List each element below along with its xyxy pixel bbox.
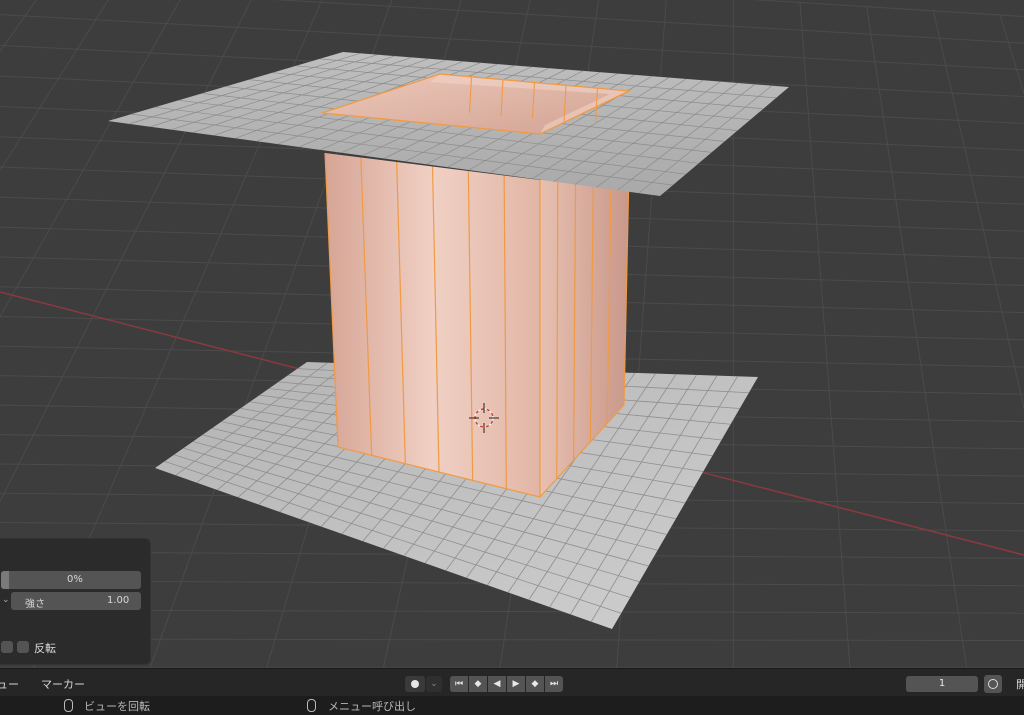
invert-label: 反転 (34, 642, 56, 655)
start-label: 開 (1016, 678, 1024, 691)
operator-panel: 0% 強さ 1.00 ⌄ 反転 (0, 538, 151, 665)
mouse-right-icon (307, 699, 316, 712)
record-button[interactable] (405, 676, 425, 692)
record-icon (411, 680, 419, 688)
option-checkbox[interactable] (1, 641, 13, 653)
play-button[interactable]: ▶ (507, 676, 525, 692)
column-mesh (324, 152, 630, 498)
status-bar: ビューを回転 メニュー呼び出し (0, 696, 1024, 715)
3d-viewport[interactable] (0, 0, 1024, 668)
viewport-canvas[interactable] (0, 0, 1024, 668)
percent-value: 0% (67, 574, 83, 585)
chevron-down-icon: ⌄ (2, 595, 10, 605)
stopwatch-face (988, 679, 998, 689)
play-reverse-button[interactable]: ◀ (488, 676, 506, 692)
slider-fill (1, 571, 9, 589)
jump-end-button[interactable]: ⏭ (545, 676, 563, 692)
current-frame-field[interactable]: 1 (906, 676, 978, 692)
percent-slider[interactable]: 0% (1, 571, 141, 589)
next-keyframe-button[interactable]: ◆ (526, 676, 544, 692)
mouse-middle-icon (64, 699, 73, 712)
strength-field[interactable]: 強さ 1.00 (11, 592, 141, 610)
jump-start-button[interactable]: ⏮ (450, 676, 468, 692)
menu-view[interactable]: ビュー (0, 676, 19, 692)
strength-value: 1.00 (107, 595, 130, 606)
stopwatch-icon[interactable] (984, 675, 1002, 693)
status-rotate-view: ビューを回転 (84, 700, 150, 713)
invert-checkbox[interactable] (17, 641, 29, 653)
keying-dropdown[interactable]: ⌄ (426, 676, 442, 692)
timeline-header: ビュー マーカー ⌄ ⏮ ◆ ◀ ▶ ◆ ⏭ 1 開 (0, 668, 1024, 697)
status-call-menu: メニュー呼び出し (328, 700, 416, 713)
prev-keyframe-button[interactable]: ◆ (469, 676, 487, 692)
menu-marker[interactable]: マーカー (41, 676, 85, 692)
strength-label: 強さ (25, 599, 45, 610)
